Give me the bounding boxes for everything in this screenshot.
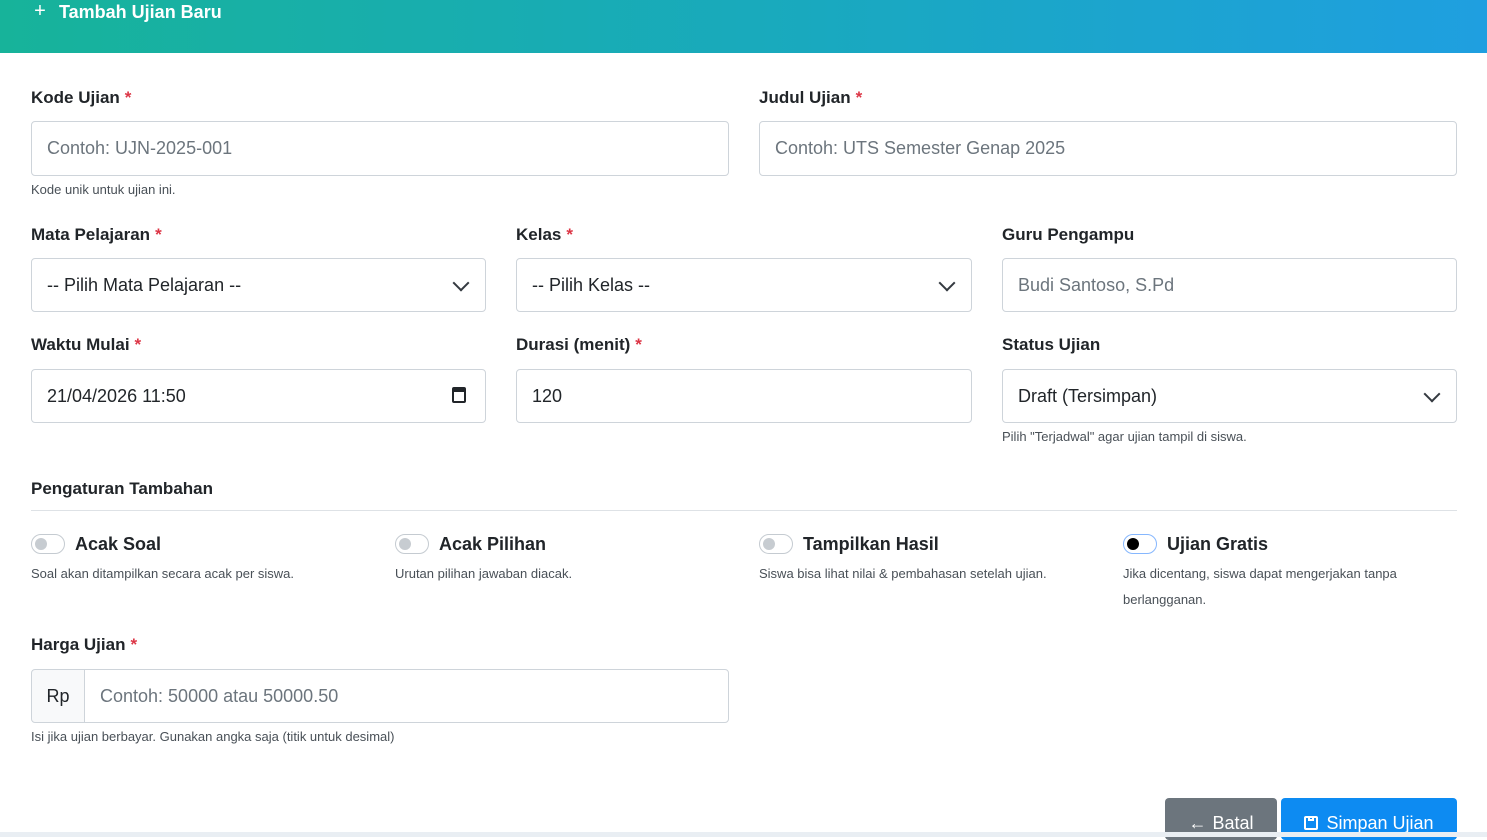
- kode-ujian-help: Kode unik untuk ujian ini.: [31, 182, 176, 197]
- acak-soal-label[interactable]: Acak Soal: [75, 533, 161, 555]
- toggle-knob: [399, 538, 411, 550]
- pengaturan-tambahan-title: Pengaturan Tambahan: [31, 479, 213, 498]
- judul-ujian-label: Judul Ujian *: [759, 88, 863, 107]
- calendar-icon[interactable]: [452, 387, 466, 403]
- durasi-input[interactable]: 120: [516, 369, 972, 423]
- guru-pengampu-label: Guru Pengampu: [1002, 225, 1135, 244]
- status-ujian-label: Status Ujian: [1002, 335, 1101, 354]
- ujian-gratis-help: Jika dicentang, siswa dapat mengerjakan …: [1123, 566, 1397, 607]
- waktu-mulai-value: 21/04/2026 11:50: [47, 385, 186, 406]
- plus-icon: +: [34, 0, 46, 22]
- arrow-left-icon: ←: [1188, 813, 1207, 833]
- status-ujian-select[interactable]: Draft (Tersimpan): [1002, 369, 1457, 423]
- harga-ujian-label: Harga Ujian *: [31, 635, 138, 654]
- harga-ujian-field[interactable]: [85, 670, 728, 722]
- toggle-knob: [1127, 538, 1139, 550]
- kode-ujian-label: Kode Ujian *: [31, 88, 132, 107]
- divider: [31, 510, 1457, 511]
- acak-soal-toggle[interactable]: [31, 534, 65, 554]
- harga-ujian-help: Isi jika ujian berbayar. Gunakan angka s…: [31, 729, 395, 744]
- chevron-down-icon: [452, 274, 470, 292]
- acak-pilihan-help: Urutan pilihan jawaban diacak.: [395, 566, 573, 581]
- chevron-down-icon: [938, 274, 956, 292]
- page-title: Tambah Ujian Baru: [59, 2, 222, 22]
- ujian-gratis-label[interactable]: Ujian Gratis: [1167, 533, 1268, 555]
- guru-pengampu-input[interactable]: Budi Santoso, S.Pd: [1002, 258, 1457, 312]
- status-ujian-help: Pilih "Terjadwal" agar ujian tampil di s…: [1002, 429, 1247, 444]
- durasi-value: 120: [532, 385, 563, 406]
- mata-pelajaran-value: -- Pilih Mata Pelajaran --: [47, 274, 242, 295]
- toggle-knob: [35, 538, 47, 550]
- harga-ujian-group: Rp: [31, 669, 729, 723]
- mata-pelajaran-label: Mata Pelajaran *: [31, 225, 162, 244]
- chevron-down-icon: [1423, 385, 1441, 403]
- toggle-knob: [763, 538, 775, 550]
- kode-ujian-field[interactable]: [32, 122, 728, 175]
- acak-pilihan-label[interactable]: Acak Pilihan: [439, 533, 546, 555]
- judul-ujian-input[interactable]: [759, 121, 1457, 176]
- kelas-label: Kelas *: [516, 225, 573, 244]
- tampilkan-hasil-label[interactable]: Tampilkan Hasil: [803, 533, 939, 555]
- status-ujian-value: Draft (Tersimpan): [1018, 385, 1158, 406]
- harga-ujian-input[interactable]: [84, 669, 729, 723]
- batal-label: Batal: [1212, 812, 1254, 833]
- judul-ujian-field[interactable]: [760, 122, 1456, 175]
- page-header: + Tambah Ujian Baru: [0, 0, 1487, 53]
- kelas-value: -- Pilih Kelas --: [532, 274, 651, 295]
- waktu-mulai-input[interactable]: 21/04/2026 11:50: [31, 369, 486, 423]
- ujian-gratis-toggle[interactable]: [1123, 534, 1157, 554]
- acak-pilihan-toggle[interactable]: [395, 534, 429, 554]
- bottom-bar: [0, 832, 1487, 837]
- kelas-select[interactable]: -- Pilih Kelas --: [516, 258, 972, 312]
- mata-pelajaran-select[interactable]: -- Pilih Mata Pelajaran --: [31, 258, 486, 312]
- tampilkan-hasil-toggle[interactable]: [759, 534, 793, 554]
- save-icon: [1304, 816, 1319, 830]
- rupiah-prefix: Rp: [31, 669, 85, 723]
- durasi-label: Durasi (menit) *: [516, 335, 642, 354]
- waktu-mulai-label: Waktu Mulai *: [31, 335, 142, 354]
- tampilkan-hasil-help: Siswa bisa lihat nilai & pembahasan sete…: [759, 566, 1047, 581]
- guru-pengampu-value: Budi Santoso, S.Pd: [1018, 274, 1175, 295]
- simpan-ujian-label: Simpan Ujian: [1326, 812, 1434, 833]
- kode-ujian-input[interactable]: [31, 121, 729, 176]
- acak-soal-help: Soal akan ditampilkan secara acak per si…: [31, 566, 295, 581]
